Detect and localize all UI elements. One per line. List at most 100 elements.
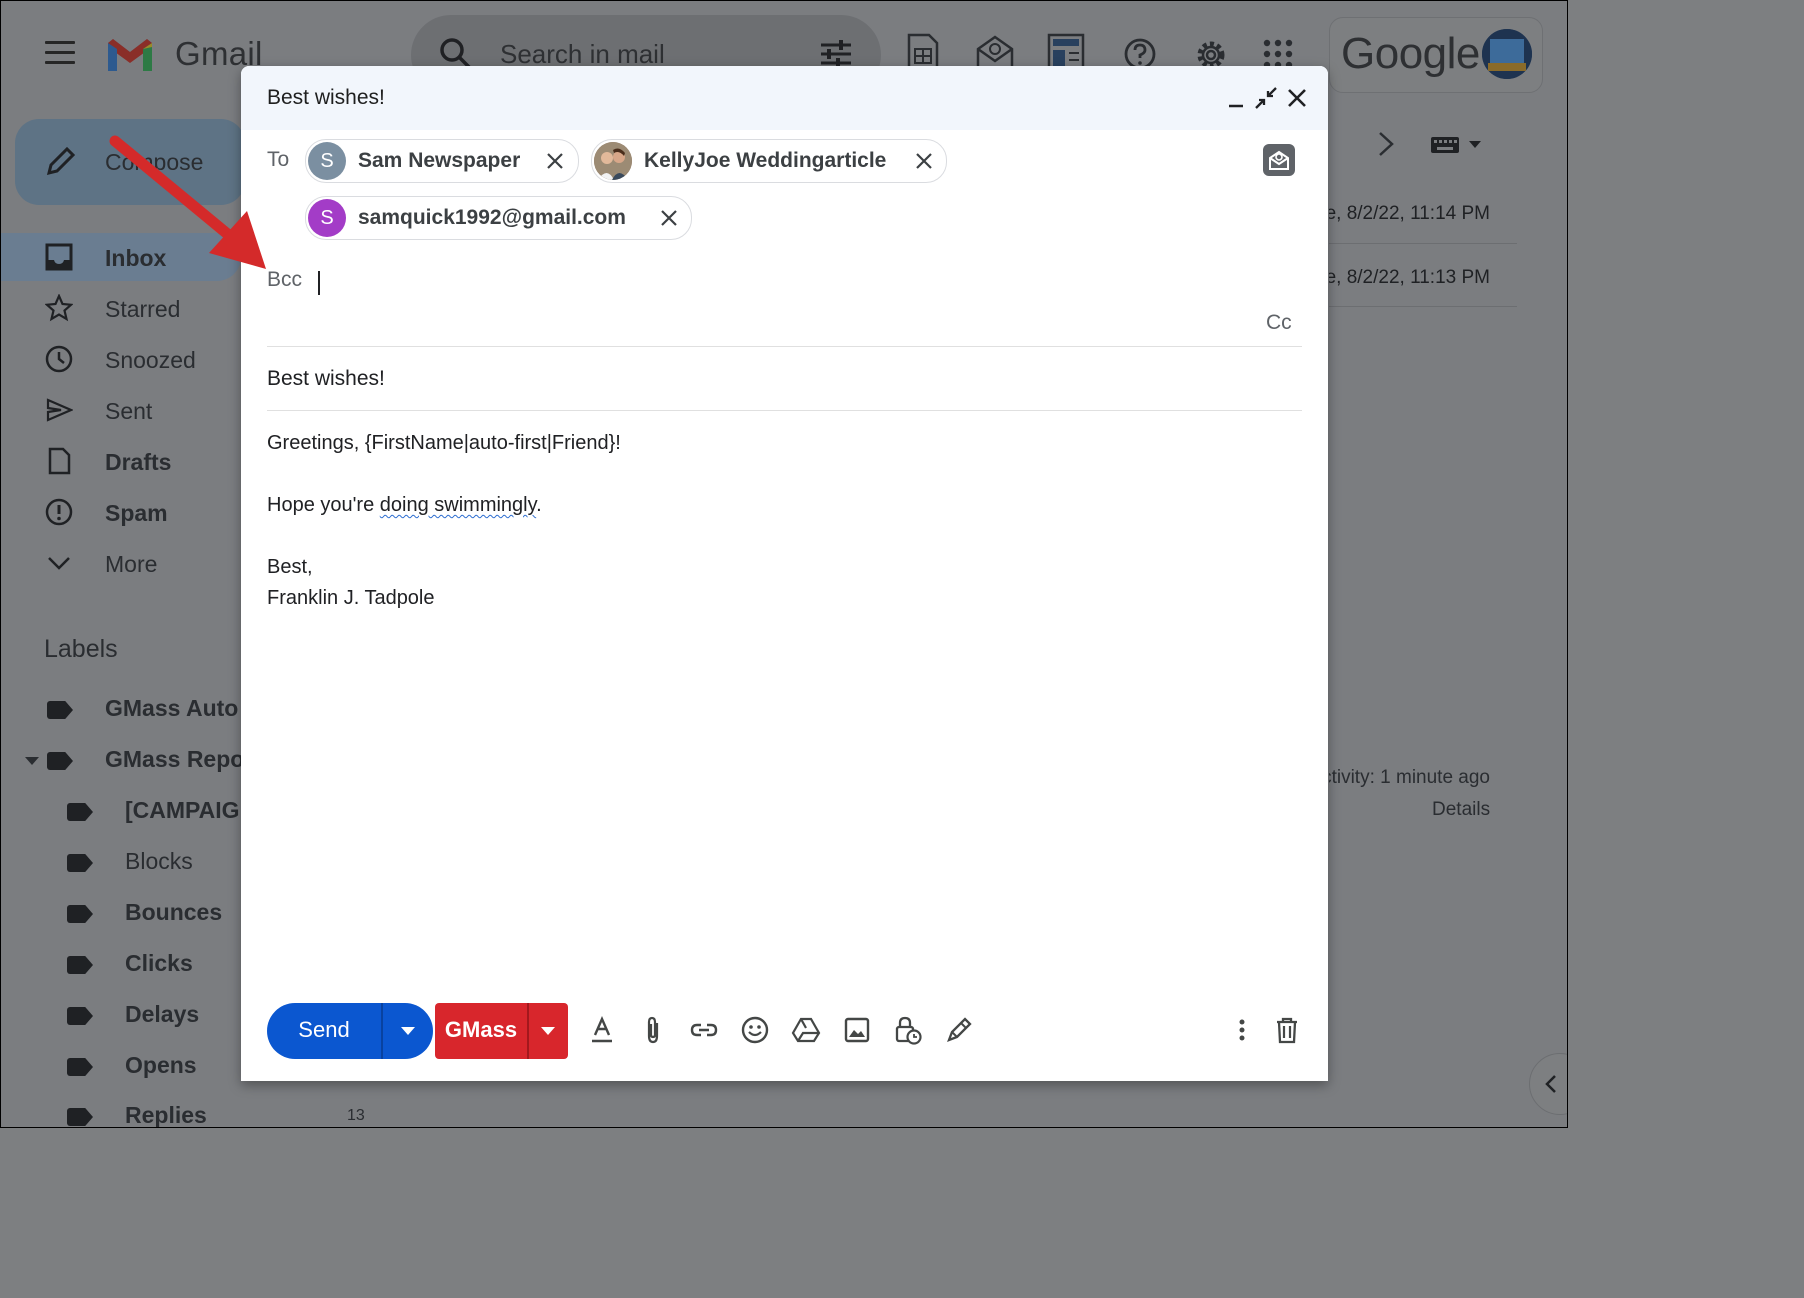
close-icon[interactable] <box>1283 84 1311 112</box>
send-options-caret-icon[interactable] <box>401 1027 415 1035</box>
google-wordmark: Google <box>1341 29 1480 78</box>
emoji-icon[interactable] <box>740 1015 770 1045</box>
account-avatar[interactable] <box>1482 29 1532 79</box>
label-name: Clicks <box>125 950 193 976</box>
sidebar-item-label: Drafts <box>105 449 172 475</box>
send-divider <box>381 1003 383 1059</box>
gmail-logo-icon <box>108 39 152 71</box>
label-item[interactable]: Blocks <box>1 842 241 882</box>
label-item[interactable]: Clicks <box>1 944 241 984</box>
label-item[interactable]: GMass Auto F <box>1 689 259 729</box>
label-name: Replies <box>125 1102 207 1128</box>
subject-field[interactable]: Best wishes! <box>267 367 385 391</box>
details-link[interactable]: Details <box>1432 799 1490 821</box>
label-name: Bounces <box>125 899 223 925</box>
date-text: Tue, 8/2/22, 11:14 PM <box>1329 203 1490 224</box>
sidebar-item-starred[interactable]: Starred <box>1 284 241 332</box>
gmass-settings-icon[interactable] <box>1263 144 1295 176</box>
attach-file-icon[interactable] <box>638 1015 668 1045</box>
recipient-name: Sam Newspaper <box>358 149 521 172</box>
app-frame: Gmail Search in mail Google Compose Inbo… <box>0 0 1568 1128</box>
more-options-icon[interactable] <box>1227 1015 1257 1045</box>
mail-row-date-2: Tue, 8/2/22, 11:13 PM <box>1329 263 1517 293</box>
next-page-icon[interactable] <box>1377 131 1395 157</box>
label-item[interactable]: [CAMPAIGN <box>1 791 256 831</box>
body-text: Hope you're <box>267 494 380 516</box>
sidebar-item-snoozed[interactable]: Snoozed <box>1 335 241 383</box>
body-signoff: Best, <box>267 556 313 578</box>
compose-title: Best wishes! <box>267 86 385 109</box>
annotation-arrow <box>109 135 266 269</box>
draft-icon <box>48 447 71 475</box>
gmass-divider <box>527 1003 529 1059</box>
label-name: [CAMPAIGN <box>125 797 257 823</box>
chevron-down-icon <box>48 557 70 570</box>
label-name: GMass Auto F <box>105 695 259 721</box>
label-item[interactable]: Bounces <box>1 893 241 933</box>
row-divider <box>1329 306 1517 307</box>
compose-header: Best wishes! <box>241 66 1328 130</box>
inbox-icon <box>45 243 73 271</box>
clock-icon <box>45 345 73 373</box>
insert-photo-icon[interactable] <box>842 1015 872 1045</box>
star-icon <box>45 294 73 322</box>
spam-icon <box>45 498 73 526</box>
field-divider <box>267 410 1302 411</box>
search-options-icon[interactable] <box>819 39 853 69</box>
label-item[interactable]: Opens <box>1 1046 241 1086</box>
label-tag-icon <box>67 956 93 974</box>
sidebar-item-spam[interactable]: Spam <box>1 488 241 536</box>
mail-row-date-1: Tue, 8/2/22, 11:14 PM <box>1329 199 1517 229</box>
sidebar-item-label: Spam <box>105 500 168 526</box>
google-drive-icon[interactable] <box>791 1015 821 1045</box>
label-item[interactable]: Replies <box>1 1096 241 1128</box>
recipient-name: KellyJoe Weddingarticle <box>644 149 887 172</box>
recipient-chip[interactable]: KellyJoe Weddingarticle <box>591 139 947 183</box>
recipient-avatar: S <box>308 142 346 180</box>
send-label: Send <box>298 1017 350 1042</box>
label-name: Delays <box>125 1001 200 1027</box>
label-name: GMass Repor <box>105 746 254 772</box>
body-greeting: Greetings, {FirstName|auto-first|Friend}… <box>267 432 621 454</box>
signature-pen-icon[interactable] <box>944 1015 974 1045</box>
remove-recipient-icon[interactable] <box>659 208 679 228</box>
recipient-chip[interactable]: S Sam Newspaper <box>305 139 579 183</box>
row-divider <box>1329 243 1517 244</box>
recipient-avatar: S <box>308 199 346 237</box>
field-divider <box>267 346 1302 347</box>
confidential-mode-icon[interactable] <box>893 1015 923 1045</box>
recipient-name: samquick1992@gmail.com <box>358 206 626 229</box>
body-signature: Franklin J. Tadpole <box>267 587 435 609</box>
main-menu-icon[interactable] <box>45 41 75 65</box>
date-text: Tue, 8/2/22, 11:13 PM <box>1329 267 1490 288</box>
text-cursor <box>318 271 320 295</box>
label-item[interactable]: GMass Repor <box>1 740 253 780</box>
label-tag-icon <box>67 854 93 872</box>
send-button[interactable]: Send <box>267 1003 433 1059</box>
recipient-chip[interactable]: S samquick1992@gmail.com <box>305 196 692 240</box>
text-format-icon[interactable] <box>587 1015 617 1045</box>
sidebar-item-more[interactable]: More <box>1 539 241 587</box>
label-tag-icon <box>67 1108 93 1126</box>
sidebar-item-sent[interactable]: Sent <box>1 386 241 434</box>
exit-fullscreen-icon[interactable] <box>1252 84 1280 112</box>
cc-toggle[interactable]: Cc <box>1266 311 1292 335</box>
remove-recipient-icon[interactable] <box>914 151 934 171</box>
sidebar-item-drafts[interactable]: Drafts <box>1 437 241 485</box>
keyboard-icon[interactable] <box>1431 135 1485 155</box>
discard-draft-icon[interactable] <box>1272 1015 1302 1045</box>
minimize-icon[interactable] <box>1223 84 1251 112</box>
label-tag-icon <box>67 905 93 923</box>
insert-link-icon[interactable] <box>689 1015 719 1045</box>
gmass-options-caret-icon[interactable] <box>541 1027 555 1035</box>
remove-recipient-icon[interactable] <box>545 151 565 171</box>
label-unread-count: 13 <box>347 1107 365 1124</box>
sidebar-item-label: Sent <box>105 398 153 424</box>
label-item[interactable]: Delays <box>1 995 241 1035</box>
apps-grid-icon[interactable] <box>1263 39 1293 69</box>
side-panel-toggle[interactable] <box>1529 1053 1567 1115</box>
spellcheck-text: doing swimmingly <box>379 494 537 516</box>
label-tag-icon <box>67 1058 93 1076</box>
label-tag-icon <box>67 1007 93 1025</box>
gmass-button[interactable]: GMass <box>435 1003 568 1059</box>
